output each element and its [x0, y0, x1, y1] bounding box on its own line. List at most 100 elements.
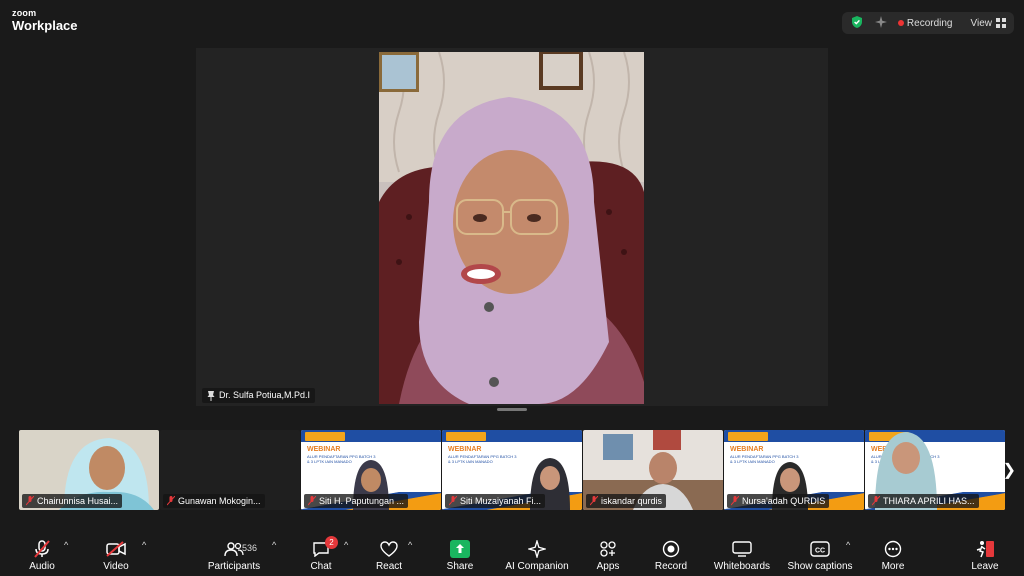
- heart-icon: [380, 541, 398, 557]
- video-options-chevron-icon[interactable]: ^: [142, 540, 146, 550]
- video-button[interactable]: Video: [96, 530, 136, 576]
- closed-captions-icon: CC: [810, 541, 830, 557]
- slide-title: WEBINAR: [307, 446, 341, 453]
- participants-label: Participants: [207, 561, 261, 572]
- participant-tile[interactable]: WEBINAR ALUR PENDAFTARAN PPG BATCH 3 & 3…: [865, 430, 1005, 510]
- more-button[interactable]: More: [873, 530, 913, 576]
- active-speaker-stage: Dr. Sulfa Potiua,M.Pd.I: [196, 48, 828, 406]
- participant-name-tag: THIARA APRILI HAS...: [868, 494, 979, 508]
- participant-tile[interactable]: WEBINAR ALUR PENDAFTARAN PPG BATCH 3 & 3…: [301, 430, 441, 510]
- participant-name: Siti H. Paputungan ...: [319, 496, 405, 506]
- participants-options-chevron-icon[interactable]: ^: [272, 540, 276, 550]
- mic-muted-icon: [26, 496, 34, 506]
- audio-label: Audio: [29, 561, 55, 572]
- apps-label: Apps: [596, 561, 620, 572]
- participant-tile[interactable]: Chairunnisa Husai...: [19, 430, 159, 510]
- react-button[interactable]: React: [369, 530, 409, 576]
- chat-options-chevron-icon[interactable]: ^: [344, 540, 348, 550]
- participant-tile[interactable]: WEBINAR ALUR PENDAFTARAN PPG BATCH 3 & 3…: [724, 430, 864, 510]
- leave-label: Leave: [971, 561, 999, 572]
- video-label: Video: [103, 561, 129, 572]
- next-page-chevron-icon[interactable]: ❯: [1003, 460, 1016, 480]
- apps-button[interactable]: Apps: [588, 530, 628, 576]
- active-speaker-name: Dr. Sulfa Potiua,M.Pd.I: [219, 390, 311, 400]
- recording-label: Recording: [906, 17, 953, 29]
- view-label: View: [970, 17, 993, 29]
- brand-big: Workplace: [12, 18, 78, 33]
- participant-name: Chairunnisa Husai...: [37, 496, 119, 506]
- participant-tile[interactable]: WEBINAR ALUR PENDAFTARAN PPG BATCH 3 & 3…: [442, 430, 582, 510]
- whiteboard-icon: [732, 541, 752, 557]
- mic-muted-icon: [308, 496, 316, 506]
- record-icon: [662, 540, 680, 558]
- participant-name-tag: Nursa'adah QURDIS: [727, 494, 830, 508]
- view-button[interactable]: View: [970, 17, 1006, 29]
- recording-indicator[interactable]: Recording: [897, 17, 953, 29]
- participant-name-tag: Siti H. Paputungan ...: [304, 494, 409, 508]
- shield-icon[interactable]: [850, 15, 864, 32]
- participant-name-tag: Siti Muzaiyanah Fi...: [445, 494, 546, 508]
- chat-label: Chat: [310, 561, 332, 572]
- participant-name-tag: Gunawan Mokogin...: [163, 494, 265, 508]
- participant-tile[interactable]: iskandar qurdis: [583, 430, 723, 510]
- share-icon: [450, 540, 470, 558]
- mic-muted-icon: [590, 496, 598, 506]
- participants-button[interactable]: 536 Participants: [204, 530, 264, 576]
- zoom-meeting-window: zoom Workplace Recording View Dr. Sulfa …: [0, 0, 1024, 576]
- participant-name-tag: iskandar qurdis: [586, 494, 667, 508]
- record-button[interactable]: Record: [651, 530, 691, 576]
- captions-options-chevron-icon[interactable]: ^: [846, 540, 850, 550]
- leave-button[interactable]: Leave: [965, 530, 1005, 576]
- slide-title: WEBINAR: [448, 446, 482, 453]
- svg-text:CC: CC: [815, 548, 825, 555]
- participant-name: THIARA APRILI HAS...: [883, 496, 975, 506]
- show-captions-button[interactable]: CC Show captions: [787, 530, 853, 576]
- ai-companion-label: AI Companion: [505, 561, 569, 572]
- audio-button[interactable]: Audio: [22, 530, 62, 576]
- more-icon: [884, 540, 902, 558]
- recording-dot-icon: [897, 19, 904, 26]
- participant-name: Siti Muzaiyanah Fi...: [460, 496, 542, 506]
- sparkle-icon: [528, 540, 546, 558]
- participants-icon: [224, 542, 244, 557]
- mic-muted-icon: [167, 496, 175, 506]
- mic-muted-icon: [449, 496, 457, 506]
- sparkle-icon[interactable]: [874, 15, 888, 32]
- slide-subtitle: ALUR PENDAFTARAN PPG BATCH 3 & 3 LPTK IA…: [448, 454, 517, 464]
- whiteboards-label: Whiteboards: [713, 561, 771, 572]
- active-speaker-name-tag: Dr. Sulfa Potiua,M.Pd.I: [202, 388, 316, 403]
- mic-muted-icon: [872, 496, 880, 506]
- top-right-controls: Recording View: [841, 12, 1014, 34]
- leave-icon: [976, 541, 994, 558]
- participant-name-tag: Chairunnisa Husai...: [22, 494, 123, 508]
- participant-name: Nursa'adah QURDIS: [742, 496, 826, 506]
- participant-thumbnail-strip: Chairunnisa Husai... Gunawan Mokogin... …: [19, 430, 1005, 510]
- whiteboards-button[interactable]: Whiteboards: [711, 530, 773, 576]
- zoom-workplace-logo: zoom Workplace: [12, 8, 78, 33]
- participant-name: Gunawan Mokogin...: [178, 496, 261, 506]
- ai-companion-button[interactable]: AI Companion: [503, 530, 571, 576]
- chat-button[interactable]: 2 Chat: [301, 530, 341, 576]
- webinar-logo-icon: [446, 432, 486, 441]
- show-captions-label: Show captions: [787, 561, 853, 572]
- react-options-chevron-icon[interactable]: ^: [408, 540, 412, 550]
- top-bar: zoom Workplace Recording View: [0, 0, 1024, 42]
- webinar-logo-icon: [305, 432, 345, 441]
- meeting-toolbar: Audio ^ Video ^ 536 Participants ^ 2 Cha…: [0, 530, 1024, 576]
- participant-tile[interactable]: Gunawan Mokogin...: [160, 430, 300, 510]
- share-button[interactable]: Share: [440, 530, 480, 576]
- brand-small: zoom: [12, 8, 37, 18]
- participants-count: 536: [242, 543, 258, 553]
- share-label: Share: [446, 561, 474, 572]
- speaker-pin-icon: [207, 390, 215, 401]
- record-label: Record: [654, 561, 688, 572]
- mic-muted-icon: [34, 540, 50, 558]
- webinar-logo-icon: [728, 432, 768, 441]
- slide-title: WEBINAR: [730, 446, 764, 453]
- audio-options-chevron-icon[interactable]: ^: [64, 540, 68, 550]
- apps-icon: [600, 541, 616, 557]
- more-label: More: [881, 561, 905, 572]
- active-speaker-video: [379, 52, 644, 404]
- gallery-resize-handle[interactable]: [497, 408, 527, 411]
- video-off-icon: [106, 541, 126, 557]
